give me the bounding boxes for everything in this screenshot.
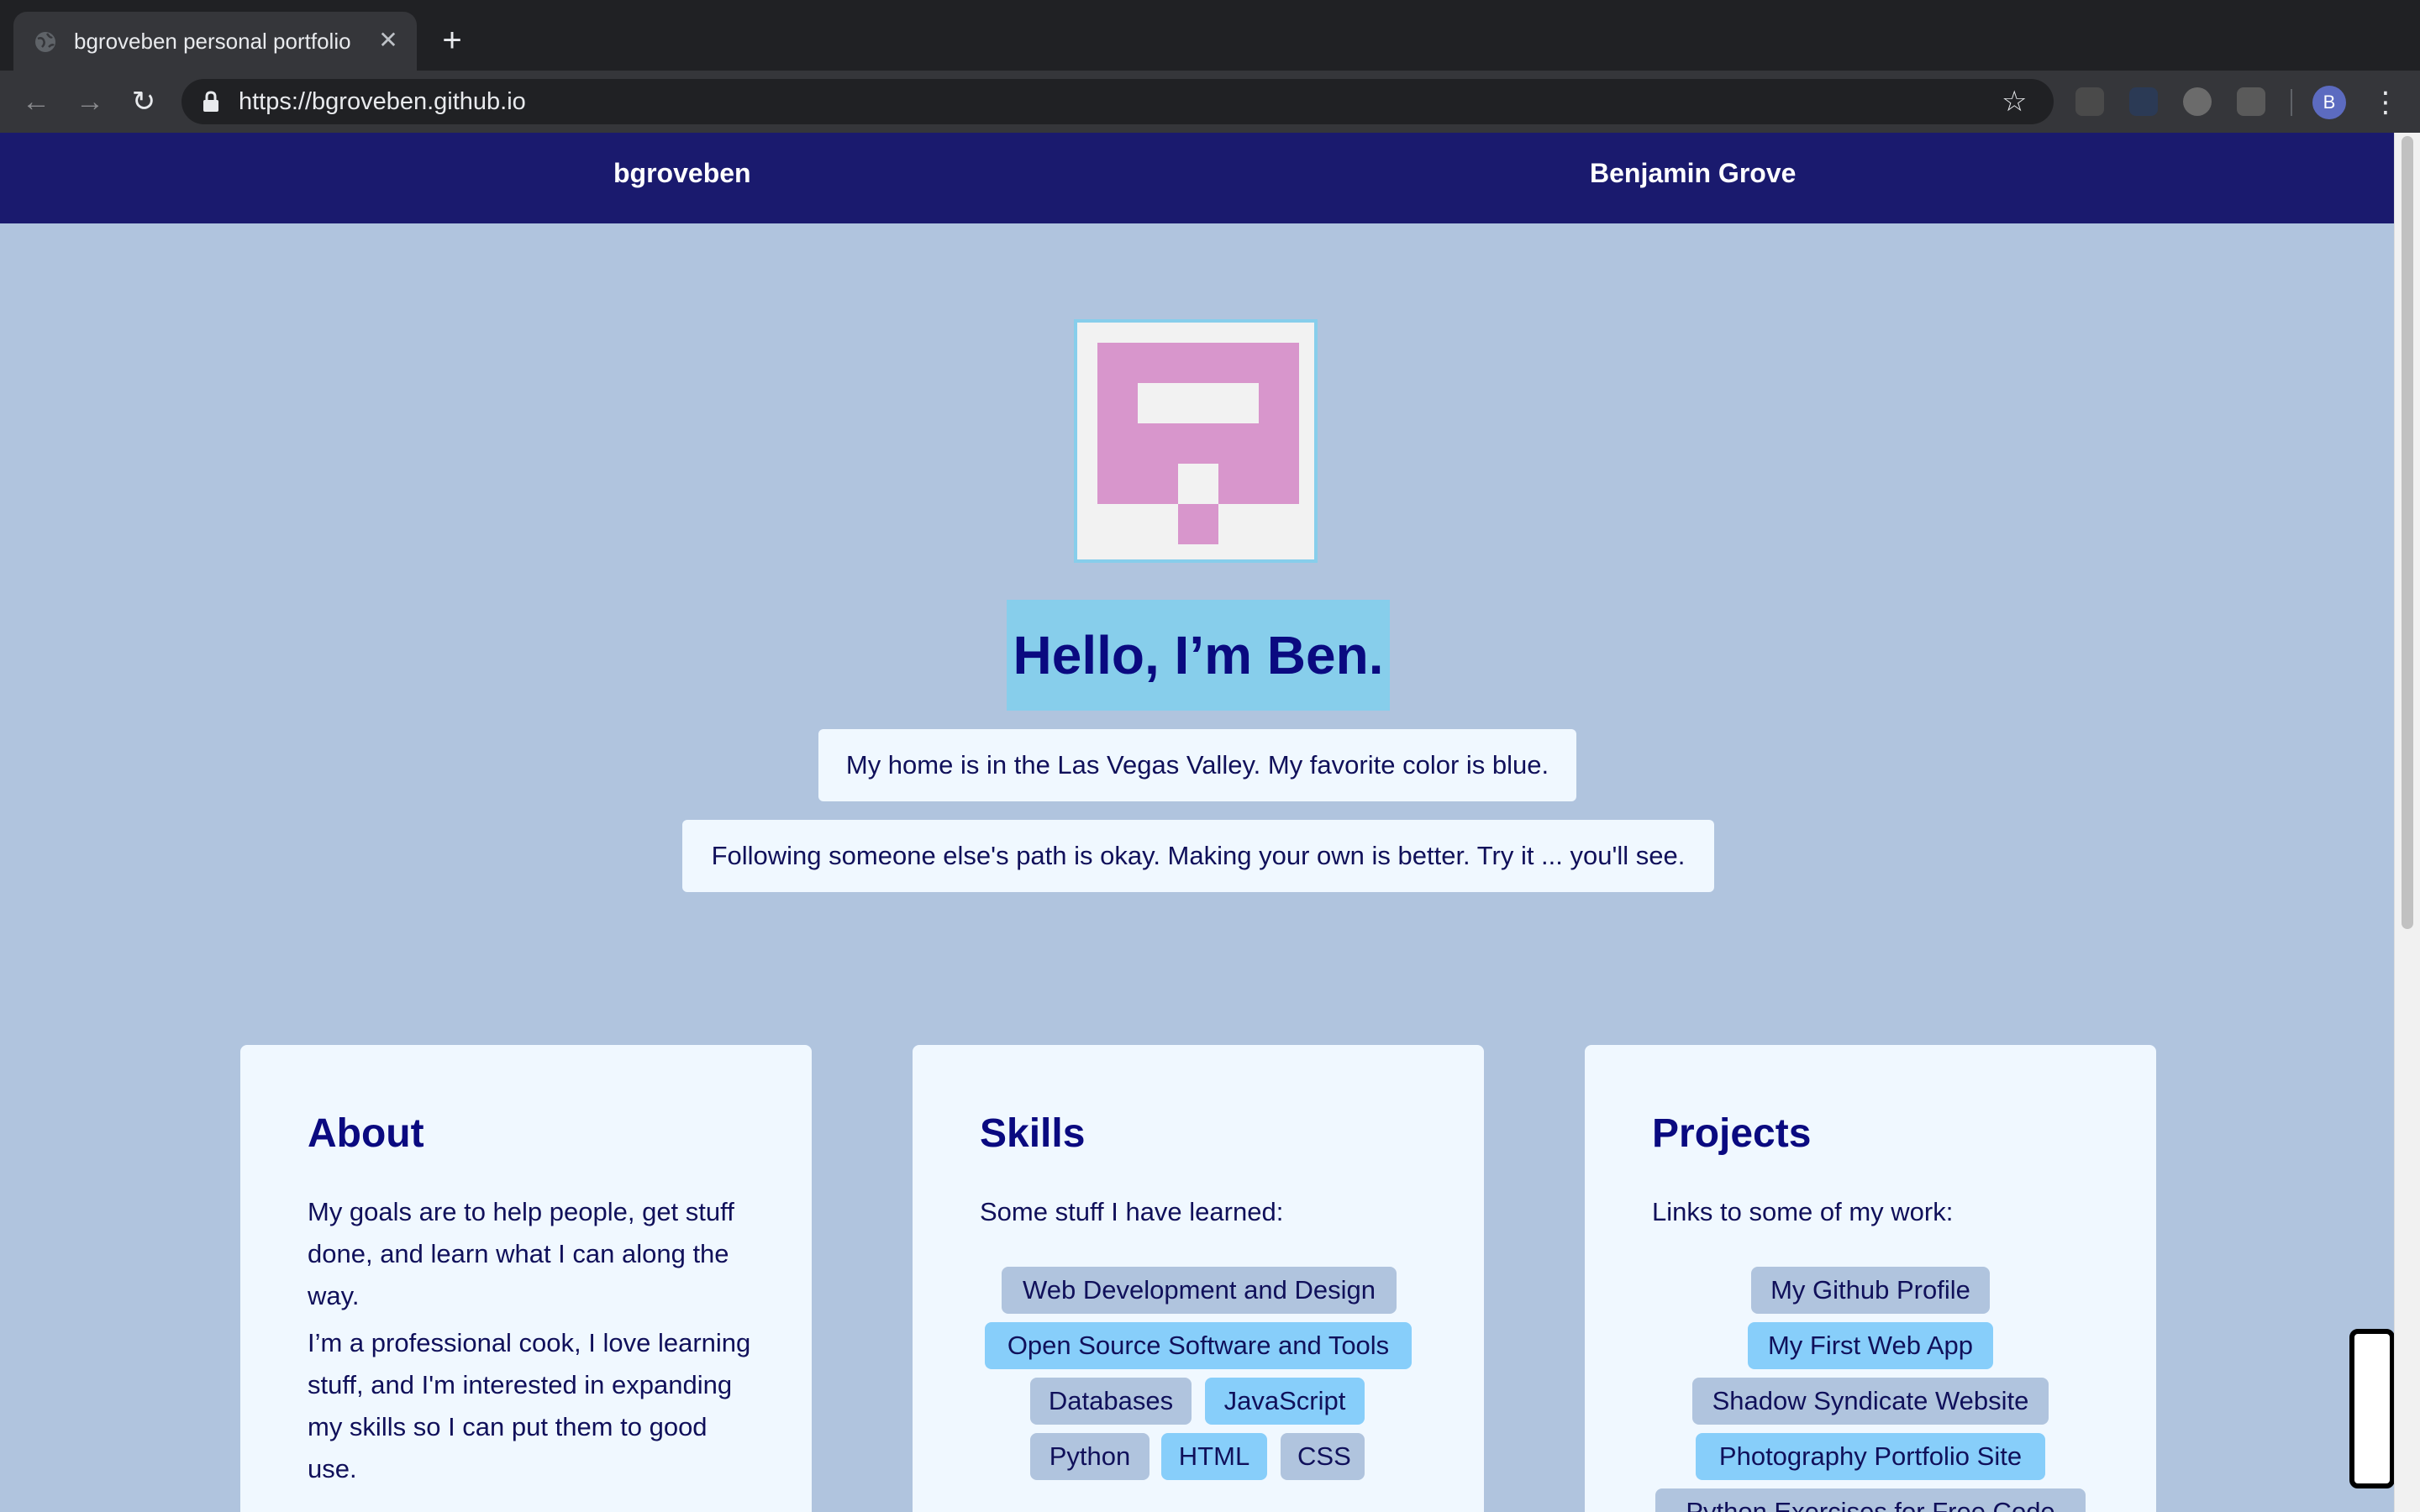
browser-toolbar: ← → ↻ https://bgroveben.github.io ☆ B ⋮ bbox=[0, 71, 2420, 133]
about-title: About bbox=[308, 1111, 424, 1156]
tab-title: bgroveben personal portfolio bbox=[74, 29, 351, 54]
extension-check-icon[interactable] bbox=[2237, 87, 2265, 116]
about-paragraph-goals: My goals are to help people, get stuff d… bbox=[308, 1197, 734, 1310]
star-icon[interactable]: ☆ bbox=[2002, 87, 2030, 116]
hero-tagline-home: My home is in the Las Vegas Valley. My f… bbox=[818, 729, 1576, 801]
project-link[interactable]: My First Web App bbox=[1748, 1322, 1993, 1369]
page-scrollbar[interactable] bbox=[2394, 133, 2420, 1512]
projects-intro: Links to some of my work: bbox=[1652, 1197, 1954, 1226]
browser-tab[interactable]: bgroveben personal portfolio ✕ bbox=[13, 12, 417, 71]
nav-link-benjamin-grove[interactable]: Benjamin Grove bbox=[1590, 158, 1796, 189]
skill-pill: CSS bbox=[1281, 1433, 1365, 1480]
globe-icon bbox=[35, 32, 55, 52]
project-link[interactable]: Python Exercises for Free Code bbox=[1655, 1488, 2086, 1512]
project-link[interactable]: Shadow Syndicate Website bbox=[1692, 1378, 2049, 1425]
about-card: About My goals are to help people, get s… bbox=[240, 1045, 812, 1512]
floating-widget[interactable] bbox=[2349, 1329, 2395, 1488]
browser-tabstrip: bgroveben personal portfolio ✕ + bbox=[0, 0, 2420, 71]
hero-title: Hello, I’m Ben. bbox=[1007, 600, 1390, 711]
skills-intro: Some stuff I have learned: bbox=[980, 1197, 1284, 1226]
skill-pill: Open Source Software and Tools bbox=[985, 1322, 1412, 1369]
lock-icon bbox=[203, 91, 218, 112]
skill-pill: Web Development and Design bbox=[1002, 1267, 1397, 1314]
skill-pill: HTML bbox=[1161, 1433, 1267, 1480]
url-text: https://bgroveben.github.io bbox=[239, 88, 526, 115]
extension-csp-icon[interactable] bbox=[2075, 87, 2104, 116]
toolbar-separator bbox=[2291, 89, 2292, 116]
projects-card: Projects Links to some of my work: My Gi… bbox=[1585, 1045, 2156, 1512]
about-paragraph-cook: I’m a professional cook, I love learning… bbox=[308, 1328, 751, 1483]
skills-card: Skills Some stuff I have learned: Web De… bbox=[913, 1045, 1484, 1512]
nav-link-bgroveben[interactable]: bgroveben bbox=[613, 158, 751, 189]
hero-tagline-path: Following someone else's path is okay. M… bbox=[682, 820, 1714, 892]
scrollbar-thumb[interactable] bbox=[2402, 136, 2413, 929]
projects-title: Projects bbox=[1652, 1111, 1812, 1156]
extension-dots-icon[interactable] bbox=[2129, 87, 2158, 116]
skills-title: Skills bbox=[980, 1111, 1086, 1156]
new-tab-button[interactable]: + bbox=[435, 24, 469, 57]
skill-pill: Python bbox=[1030, 1433, 1150, 1480]
forward-arrow-icon[interactable]: → bbox=[74, 86, 106, 118]
identicon-logo bbox=[1074, 319, 1318, 563]
kebab-menu-icon[interactable]: ⋮ bbox=[2371, 86, 2400, 119]
extension-hand-icon[interactable] bbox=[2183, 87, 2212, 116]
skill-pill: Databases bbox=[1030, 1378, 1192, 1425]
back-arrow-icon[interactable]: ← bbox=[20, 86, 52, 118]
identicon-icon bbox=[1097, 343, 1299, 544]
project-link[interactable]: Photography Portfolio Site bbox=[1696, 1433, 2045, 1480]
address-bar[interactable]: https://bgroveben.github.io ☆ bbox=[182, 79, 2054, 124]
project-link[interactable]: My Github Profile bbox=[1751, 1267, 1990, 1314]
reload-icon[interactable]: ↻ bbox=[128, 86, 160, 118]
profile-avatar[interactable]: B bbox=[2312, 86, 2346, 119]
skill-pill: JavaScript bbox=[1205, 1378, 1365, 1425]
tab-close-icon[interactable]: ✕ bbox=[373, 25, 403, 55]
page-viewport: bgroveben Benjamin Grove Hello, I’m Ben.… bbox=[0, 133, 2420, 1512]
site-nav: bgroveben Benjamin Grove bbox=[0, 133, 2395, 223]
